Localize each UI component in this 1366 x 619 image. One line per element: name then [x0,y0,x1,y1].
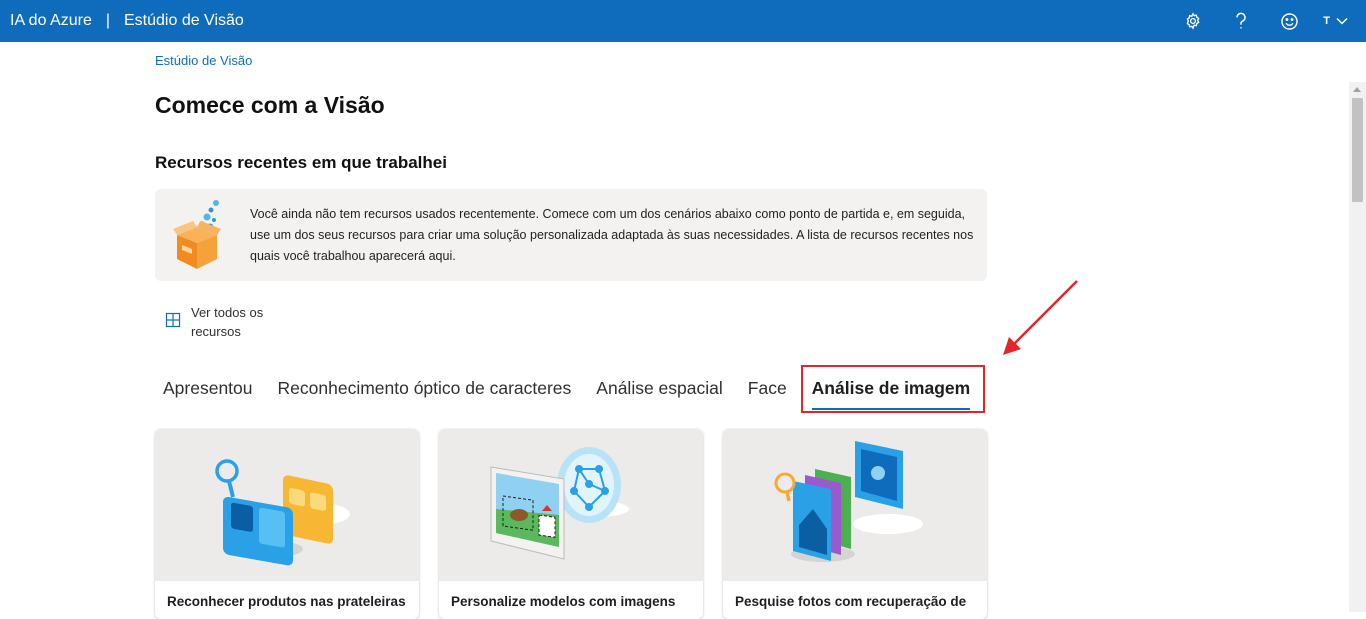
tab-spatial-analysis[interactable]: Análise espacial [588,372,730,412]
scenario-card[interactable]: Pesquise fotos com recuperação de [723,429,987,619]
empty-state-message: Você ainda não tem recursos usados recen… [250,207,974,263]
page-title: Comece com a Visão [155,92,385,118]
recent-resources-title: Recursos recentes em que trabalhei [155,153,447,172]
account-menu[interactable]: T [1313,0,1366,42]
feedback-button[interactable] [1265,0,1313,42]
grid-icon [165,312,181,328]
product-recognition-illustration-icon [215,459,350,566]
app-title[interactable]: Estúdio de Visão [124,12,244,30]
scroll-up-arrow-icon[interactable] [1353,87,1361,92]
open-box-icon [173,200,221,269]
help-button[interactable] [1217,0,1265,42]
scenario-card[interactable]: Reconhecer produtos nas prateleiras [155,429,419,619]
view-all-resources-link[interactable]: Ver todos os recursos [165,303,281,341]
view-all-resources-label: Ver todos os recursos [191,305,264,339]
settings-button[interactable] [1169,0,1217,42]
tab-ocr[interactable]: Reconhecimento óptico de caracteres [270,372,580,412]
account-initial: T [1323,15,1330,27]
header-separator: | [105,12,110,29]
annotation-arrow-icon [1003,280,1078,355]
card-title: Pesquise fotos com recuperação de [735,594,967,609]
feedback-smiley-icon [1281,12,1298,30]
gear-icon [1186,12,1200,30]
card-illustration [439,429,703,581]
breadcrumb[interactable]: Estúdio de Visão [155,53,252,68]
scroll-thumb[interactable] [1352,98,1363,202]
card-title: Reconhecer produtos nas prateleiras [167,594,406,609]
tab-face[interactable]: Face [740,372,795,412]
photo-retrieval-illustration-icon [774,441,923,562]
card-illustration [723,429,987,581]
top-header: IA do Azure | Estúdio de Visão T [0,0,1366,42]
custom-model-illustration-icon [490,447,629,560]
brand-link[interactable]: IA do Azure [10,12,92,30]
scenario-card[interactable]: Personalize modelos com imagens [439,429,703,619]
tab-apresentou[interactable]: Apresentou [155,372,261,412]
annotation-highlight-box [801,365,985,413]
recent-resources-empty-state: Você ainda não tem recursos usados recen… [155,189,987,281]
card-title: Personalize modelos com imagens [451,594,676,609]
page-scrollbar[interactable] [1349,82,1366,612]
help-icon [1236,12,1247,29]
chevron-down-icon [1336,17,1348,25]
card-illustration [155,429,419,581]
